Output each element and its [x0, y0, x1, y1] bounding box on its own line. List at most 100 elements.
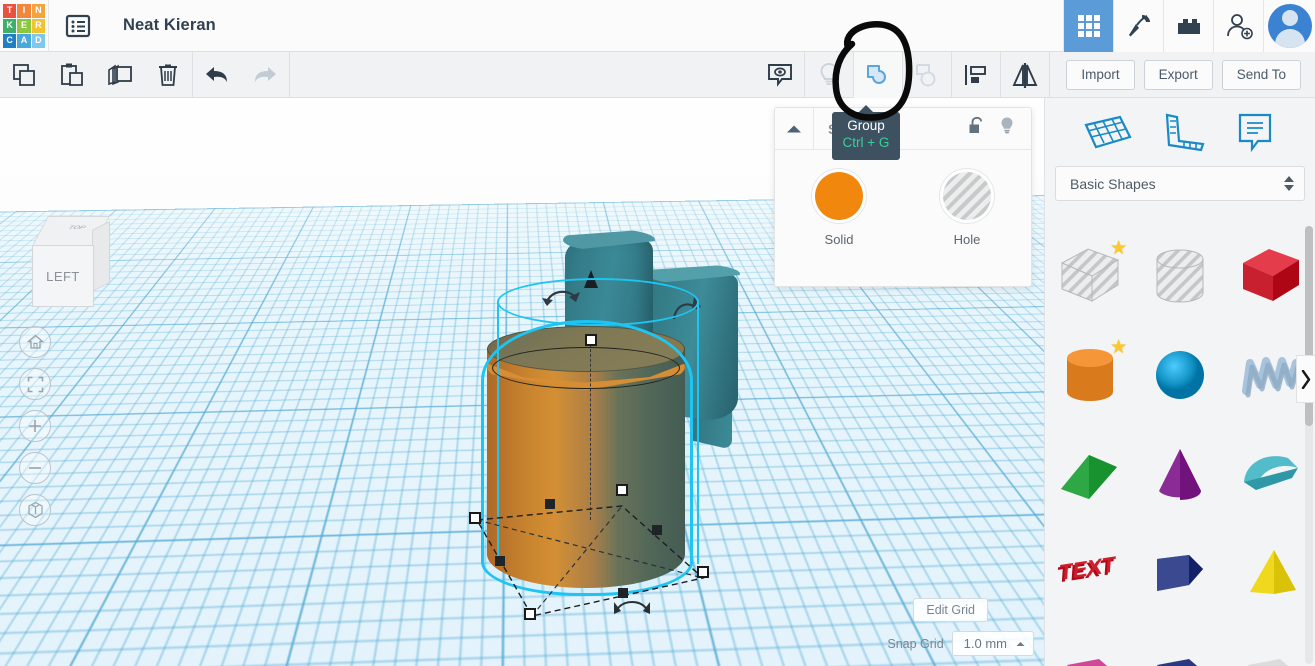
duplicate-button[interactable] — [96, 52, 144, 98]
action-buttons: Import Export Send To — [1050, 59, 1315, 90]
copy-button[interactable] — [0, 52, 48, 98]
library-tool-icons — [1045, 98, 1315, 166]
header-icon-grid-apps[interactable] — [1063, 0, 1113, 52]
view-navigation-controls — [19, 326, 51, 526]
snap-grid-value: 1.0 mm — [963, 636, 1007, 651]
clipboard-tools — [0, 52, 192, 98]
light-bulb-icon — [1001, 117, 1013, 134]
home-icon — [26, 334, 44, 349]
export-button[interactable]: Export — [1143, 59, 1213, 90]
mirror-button[interactable] — [1001, 52, 1049, 98]
edit-grid-button[interactable]: Edit Grid — [913, 598, 988, 622]
user-avatar-button[interactable] — [1263, 0, 1315, 52]
height-handle-top[interactable] — [585, 334, 597, 346]
snap-grid-select[interactable]: 1.0 mm — [951, 631, 1034, 656]
shape-library-select[interactable]: Basic Shapes — [1055, 166, 1305, 201]
shape-partial-gray[interactable] — [1228, 625, 1314, 666]
redo-button[interactable] — [241, 52, 289, 98]
logo-letter-n: N — [31, 3, 45, 18]
snap-grid-label: Snap Grid — [887, 636, 944, 651]
view-cube-top-label: TOP — [65, 224, 89, 231]
shape-cone-purple[interactable] — [1137, 427, 1223, 521]
shape-pyramid-yellow[interactable] — [1228, 526, 1314, 620]
paste-button[interactable] — [48, 52, 96, 98]
history-tools — [193, 52, 289, 98]
scale-handle-corner[interactable] — [697, 566, 709, 578]
shape-cylinder-orange[interactable]: ★ — [1047, 328, 1133, 422]
shape-roof-teal[interactable] — [1228, 427, 1314, 521]
project-menu-button[interactable] — [49, 0, 107, 52]
note-button[interactable] — [1232, 110, 1278, 154]
collapse-panel-button[interactable] — [775, 108, 813, 149]
home-view-button[interactable] — [19, 326, 51, 358]
undo-button[interactable] — [193, 52, 241, 98]
logo-letter-r: R — [31, 18, 45, 33]
project-title: Neat Kieran — [123, 16, 216, 34]
shape-wedge-green[interactable] — [1047, 427, 1133, 521]
selection-bounding-box — [475, 505, 705, 617]
rotate-handle-icon[interactable] — [612, 596, 652, 620]
shape-panel-header: Shapes(2) — [775, 108, 1031, 150]
projection-toggle-button[interactable] — [19, 494, 51, 526]
shape-sphere-blue[interactable] — [1137, 328, 1223, 422]
solid-option[interactable]: Solid — [775, 172, 903, 247]
shape-partial-blue[interactable] — [1137, 625, 1223, 666]
workplane-button[interactable] — [1082, 111, 1134, 153]
scale-handle-mid[interactable] — [495, 556, 505, 566]
group-button[interactable] — [854, 51, 903, 98]
align-button[interactable] — [952, 52, 1000, 98]
header-icon-add-person[interactable] — [1213, 0, 1263, 52]
note-button[interactable] — [756, 52, 804, 98]
note-icon — [1238, 113, 1271, 153]
plus-icon — [29, 420, 41, 432]
panel-toggle-button[interactable] — [1296, 355, 1315, 403]
scale-handle-mid[interactable] — [652, 525, 662, 535]
add-person-icon — [1226, 13, 1253, 39]
shape-box-red[interactable] — [1228, 229, 1314, 323]
tinkercad-logo[interactable]: TINKERCAD — [0, 0, 48, 52]
ruler-button[interactable] — [1157, 111, 1209, 153]
shape-text-red[interactable]: TEXT TEXT — [1047, 526, 1133, 620]
favorite-star-icon: ★ — [1110, 336, 1128, 358]
header-icon-blocks[interactable] — [1163, 0, 1213, 52]
import-button[interactable]: Import — [1066, 59, 1135, 90]
copy-icon — [13, 63, 35, 86]
scale-handle-corner[interactable] — [524, 608, 536, 620]
ungroup-button[interactable] — [903, 52, 951, 98]
chevron-up-icon — [1016, 641, 1025, 646]
app-header: TINKERCAD Neat Kieran — [0, 0, 1315, 52]
light-toggle-button[interactable] — [999, 116, 1015, 141]
zoom-out-button[interactable] — [19, 452, 51, 484]
shape-cylinder-hole[interactable] — [1137, 229, 1223, 323]
view-cube-front-face[interactable]: LEFT — [32, 245, 94, 307]
shape-library-panel: Basic Shapes ★ ★ TEXT TEXT — [1044, 98, 1315, 666]
send-to-button[interactable]: Send To — [1221, 59, 1301, 90]
solid-color-swatch — [815, 172, 863, 220]
tooltip-shortcut: Ctrl + G — [842, 134, 890, 150]
fit-view-button[interactable] — [19, 368, 51, 400]
view-cube-side-face[interactable] — [92, 220, 110, 292]
light-button[interactable] — [805, 52, 853, 98]
minus-icon — [29, 467, 41, 469]
logo-letter-k: K — [3, 18, 17, 33]
hole-option[interactable]: Hole — [903, 172, 1031, 247]
shape-polygon-blue[interactable] — [1137, 526, 1223, 620]
zoom-in-button[interactable] — [19, 410, 51, 442]
scale-handle-corner[interactable] — [616, 484, 628, 496]
shape-panel-header-icons — [968, 116, 1031, 141]
delete-icon — [159, 64, 177, 86]
list-menu-icon — [65, 14, 91, 37]
header-icon-pickaxe[interactable] — [1113, 0, 1163, 52]
lock-toggle-button[interactable] — [968, 116, 985, 141]
scale-handle-mid[interactable] — [545, 499, 555, 509]
shape-box-hole[interactable]: ★ — [1047, 229, 1133, 323]
duplicate-icon — [108, 64, 132, 85]
shape-partial-pink[interactable] — [1047, 625, 1133, 666]
logo-letter-i: I — [17, 3, 31, 18]
hole-label: Hole — [953, 232, 981, 247]
paste-icon — [61, 63, 83, 86]
delete-button[interactable] — [144, 52, 192, 98]
view-cube[interactable]: TOP LEFT — [22, 216, 114, 312]
scale-handle-corner[interactable] — [469, 512, 481, 524]
align-icon — [965, 64, 987, 85]
